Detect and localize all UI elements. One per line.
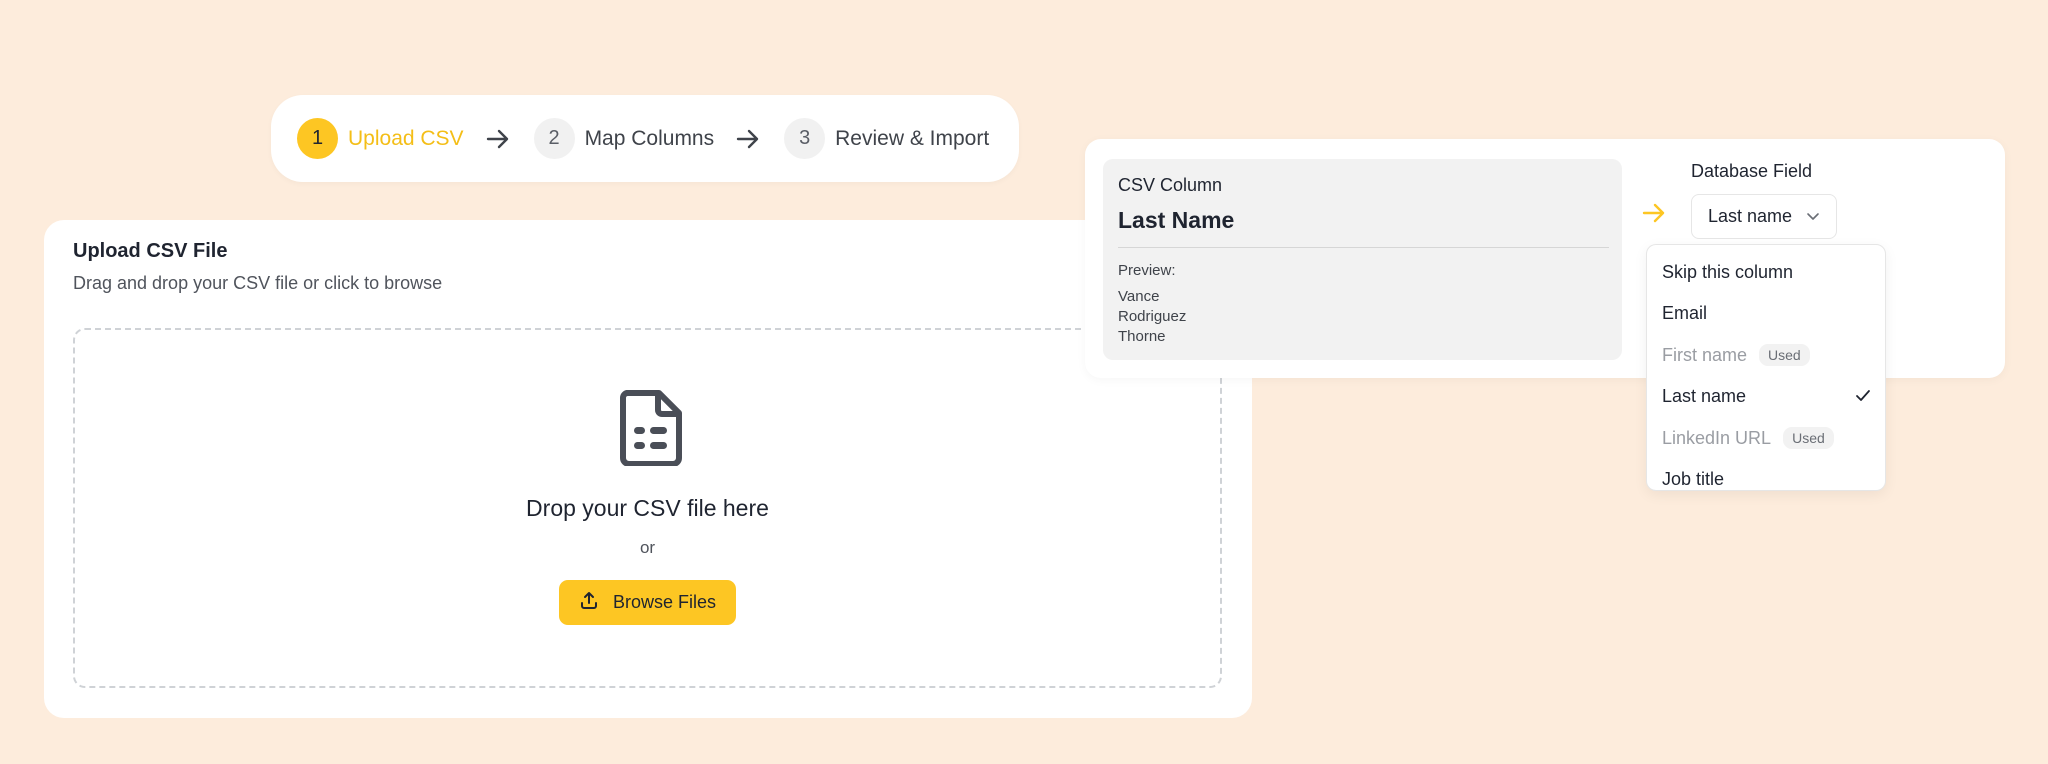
option-label: Last name: [1662, 385, 1747, 406]
upload-subtitle: Drag and drop your CSV file or click to …: [73, 273, 443, 293]
arrow-right-icon: [486, 128, 510, 150]
drop-text: Drop your CSV file here: [526, 495, 769, 521]
file-dropzone[interactable]: Drop your CSV file here or Browse Files: [73, 328, 1222, 688]
step-map-columns[interactable]: 2 Map Columns: [533, 118, 715, 159]
preview-values: Vance Rodriguez Thorne: [1118, 287, 1186, 347]
option-skip-column[interactable]: Skip this column: [1662, 257, 1871, 287]
step-number: 3: [784, 118, 826, 159]
upload-icon: [579, 590, 599, 615]
file-spreadsheet-icon: [619, 390, 683, 471]
option-label: Job title: [1662, 468, 1725, 489]
database-field-dropdown: Skip this column Email First name Used L…: [1646, 244, 1886, 491]
step-number: 1: [297, 118, 338, 159]
step-label: Review & Import: [835, 126, 990, 150]
used-badge: Used: [1783, 427, 1834, 449]
upload-title: Upload CSV File: [73, 240, 228, 262]
arrow-right-icon: [1642, 202, 1666, 229]
csv-column-label: CSV Column: [1118, 175, 1223, 195]
option-label: Skip this column: [1662, 261, 1794, 282]
option-label: Email: [1662, 302, 1708, 323]
selected-field: Last name: [1708, 206, 1793, 226]
csv-column-panel: CSV Column Last Name Preview: Vance Rodr…: [1103, 159, 1622, 360]
preview-value: Rodriguez: [1118, 308, 1187, 325]
preview-value: Vance: [1118, 288, 1160, 305]
browse-files-label: Browse Files: [612, 592, 717, 612]
divider: [1118, 247, 1609, 248]
step-label: Upload CSV: [348, 126, 464, 150]
upload-card: Upload CSV File Drag and drop your CSV f…: [44, 220, 1252, 718]
database-field-label: Database Field: [1691, 161, 1813, 181]
database-field-select[interactable]: Last name: [1691, 194, 1837, 239]
step-review-import[interactable]: 3 Review & Import: [784, 118, 989, 159]
arrow-right-icon: [736, 128, 760, 150]
check-icon: [1855, 389, 1871, 403]
preview-value: Thorne: [1118, 328, 1166, 345]
or-text: or: [639, 538, 656, 557]
step-upload-csv[interactable]: 1 Upload CSV: [297, 118, 464, 159]
option-last-name[interactable]: Last name: [1662, 381, 1871, 411]
chevron-down-icon: [1806, 206, 1820, 227]
csv-column-name: Last Name: [1118, 207, 1235, 233]
option-linkedin-url: LinkedIn URL Used: [1662, 423, 1871, 453]
option-label: First name: [1662, 344, 1748, 365]
preview-label: Preview:: [1118, 262, 1176, 279]
used-badge: Used: [1759, 344, 1810, 366]
option-email[interactable]: Email: [1662, 298, 1871, 328]
import-stepper: 1 Upload CSV 2 Map Columns 3 Review & Im…: [271, 95, 1019, 182]
step-label: Map Columns: [584, 126, 715, 150]
option-job-title[interactable]: Job title: [1662, 464, 1871, 490]
browse-files-button[interactable]: Browse Files: [559, 580, 736, 625]
option-label: LinkedIn URL: [1662, 427, 1772, 448]
step-number: 2: [533, 118, 575, 159]
option-first-name: First name Used: [1662, 340, 1871, 370]
